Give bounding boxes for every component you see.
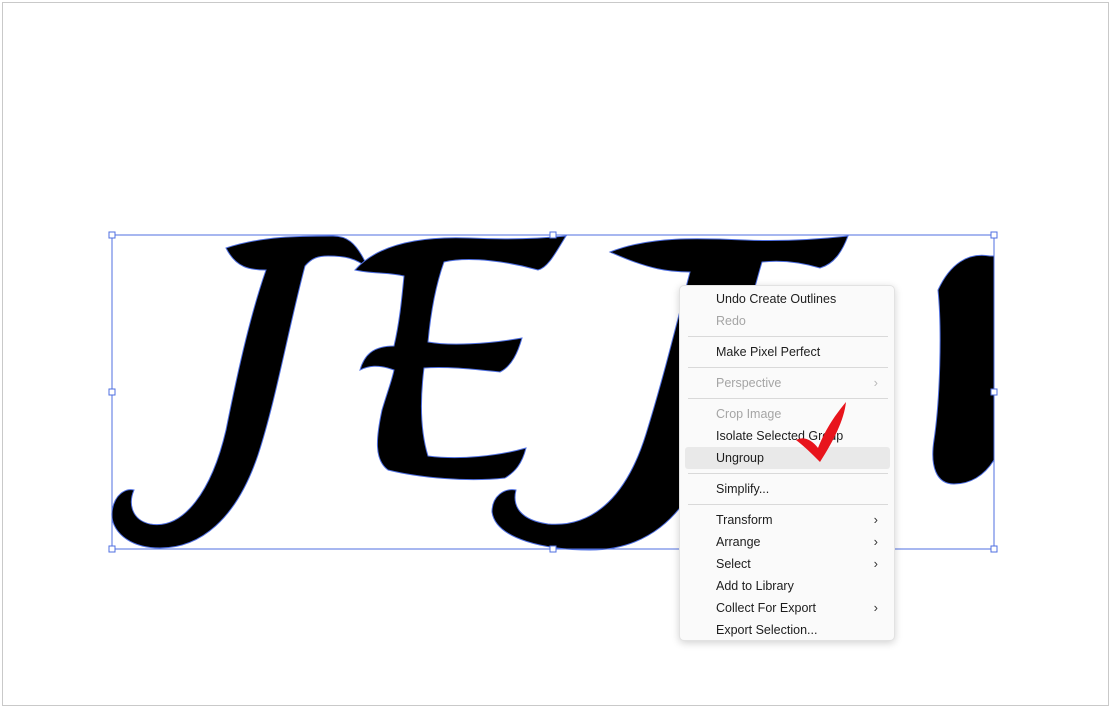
handle-top-right[interactable]	[990, 231, 998, 239]
handle-bottom-right[interactable]	[990, 545, 998, 553]
menu-item-simplify[interactable]: Simplify...	[685, 478, 890, 500]
menu-item-arrange[interactable]: Arrange ›	[685, 531, 890, 553]
handle-top-center[interactable]	[549, 231, 557, 239]
menu-separator	[688, 336, 888, 337]
chevron-right-icon: ›	[873, 600, 878, 615]
letter-j-1[interactable]	[111, 235, 370, 549]
canvas-artwork[interactable]	[0, 0, 1113, 710]
menu-item-crop-image[interactable]: Crop Image	[685, 403, 890, 425]
context-menu[interactable]: Undo Create Outlines Redo Make Pixel Per…	[679, 285, 895, 641]
menu-item-export-selection[interactable]: Export Selection...	[685, 619, 890, 641]
handle-bottom-left[interactable]	[108, 545, 116, 553]
handle-middle-right[interactable]	[990, 388, 998, 396]
chevron-right-icon: ›	[873, 556, 878, 571]
letter-e[interactable]	[354, 235, 567, 481]
menu-separator	[688, 367, 888, 368]
menu-item-isolate-selected-group[interactable]: Isolate Selected Group	[685, 425, 890, 447]
menu-item-perspective[interactable]: Perspective ›	[685, 372, 890, 394]
menu-item-select[interactable]: Select ›	[685, 553, 890, 575]
menu-item-make-pixel-perfect[interactable]: Make Pixel Perfect	[685, 341, 890, 363]
menu-separator	[688, 398, 888, 399]
chevron-right-icon: ›	[873, 375, 878, 390]
menu-item-redo[interactable]: Redo	[685, 310, 890, 332]
chevron-right-icon: ›	[873, 534, 878, 549]
handle-top-left[interactable]	[108, 231, 116, 239]
menu-item-collect-for-export[interactable]: Collect For Export ›	[685, 597, 890, 619]
handle-middle-left[interactable]	[108, 388, 116, 396]
menu-separator	[688, 473, 888, 474]
letter-u-partial[interactable]	[932, 254, 995, 485]
menu-item-transform[interactable]: Transform ›	[685, 509, 890, 531]
menu-item-ungroup[interactable]: Ungroup	[685, 447, 890, 469]
menu-item-undo-create-outlines[interactable]: Undo Create Outlines	[685, 288, 890, 310]
handle-bottom-center[interactable]	[549, 545, 557, 553]
menu-item-add-to-library[interactable]: Add to Library	[685, 575, 890, 597]
chevron-right-icon: ›	[873, 512, 878, 527]
menu-separator	[688, 504, 888, 505]
